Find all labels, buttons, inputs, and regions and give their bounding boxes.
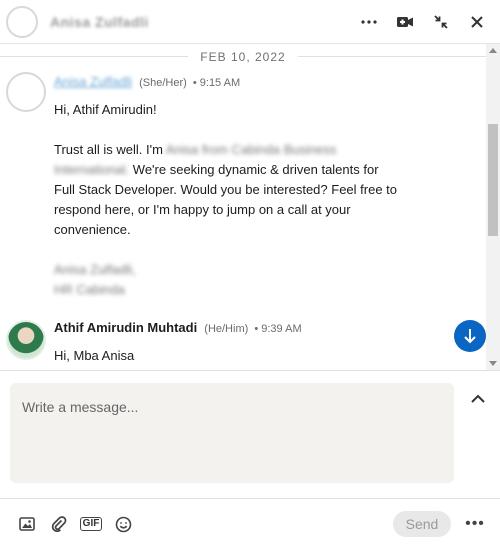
close-icon[interactable] [464, 10, 490, 34]
contact-name[interactable]: Anisa Zulfadli [50, 14, 149, 30]
sender-avatar[interactable] [6, 72, 46, 112]
scroll-up-icon[interactable] [489, 48, 497, 53]
sender-avatar[interactable] [6, 320, 46, 360]
message-line: Trust all is well. I'm Anisa from Cabind… [54, 140, 464, 160]
message-time: • 9:15 AM [192, 77, 241, 89]
messaging-window: Anisa Zulfadli FEB 10, 2022 Anisa Zulfad… [0, 0, 500, 550]
message-meta: Athif Amirudin Muhtadi (He/Him) • 9:39 A… [54, 320, 302, 335]
date-label: FEB 10, 2022 [188, 50, 298, 64]
image-icon[interactable] [16, 513, 38, 535]
redacted-text: International. [54, 162, 130, 177]
scroll-down-icon[interactable] [489, 361, 497, 366]
message-greeting: Hi, Athif Amirudin! [54, 102, 157, 117]
sender-name[interactable]: Anisa Zulfadli [54, 74, 132, 89]
emoji-icon[interactable] [112, 513, 134, 535]
minimize-icon[interactable] [428, 10, 454, 34]
video-call-icon[interactable] [392, 10, 418, 34]
send-button[interactable]: Send [393, 511, 451, 537]
arrow-down-icon [464, 329, 476, 344]
expand-compose-button[interactable] [466, 389, 490, 409]
compose-toolbar: GIF Send ••• [0, 498, 500, 550]
sender-name[interactable]: Athif Amirudin Muhtadi [54, 320, 197, 335]
conversation-header: Anisa Zulfadli [0, 0, 500, 44]
message-body: Hi, Athif Amirudin! Trust all is well. I… [54, 100, 464, 300]
message-line: International. We're seeking dynamic & d… [54, 160, 464, 180]
message-text: We're seeking dynamic & driven talents f… [132, 162, 379, 177]
scrollbar-thumb[interactable] [488, 124, 498, 236]
chevron-up-icon [471, 394, 485, 403]
message-input[interactable] [10, 383, 454, 483]
date-separator: FEB 10, 2022 [0, 48, 486, 64]
compose-area [0, 370, 500, 498]
attachment-icon[interactable] [48, 513, 70, 535]
redacted-signature: HR Cabinda [54, 282, 125, 297]
sender-pronouns: (She/Her) [139, 77, 187, 89]
attachment-tools: GIF [16, 513, 134, 535]
message-line: respond here, or I'm happy to jump on a … [54, 202, 351, 217]
message-line: convenience. [54, 222, 131, 237]
message-meta: Anisa Zulfadli (She/Her) • 9:15 AM [54, 74, 240, 89]
contact-avatar[interactable] [6, 6, 38, 38]
message-thread[interactable]: FEB 10, 2022 Anisa Zulfadli (She/Her) • … [0, 44, 500, 370]
more-icon[interactable] [356, 10, 382, 34]
gif-icon[interactable]: GIF [79, 513, 103, 535]
header-actions [356, 10, 490, 34]
jump-to-latest-button[interactable] [454, 320, 486, 352]
redacted-signature: Anisa Zulfadli, [54, 262, 136, 277]
sender-pronouns: (He/Him) [204, 323, 249, 335]
thread-scrollbar[interactable] [486, 44, 500, 370]
gif-label: GIF [79, 517, 103, 531]
message-line: Full Stack Developer. Would you be inter… [54, 182, 398, 197]
more-options-button[interactable]: ••• [462, 514, 488, 534]
message-body: Hi, Mba Anisa [54, 348, 135, 363]
message-time: • 9:39 AM [254, 323, 302, 335]
message-text: Trust all is well. I'm [54, 142, 163, 157]
redacted-text: Anisa from Cabinda Business [165, 142, 337, 157]
